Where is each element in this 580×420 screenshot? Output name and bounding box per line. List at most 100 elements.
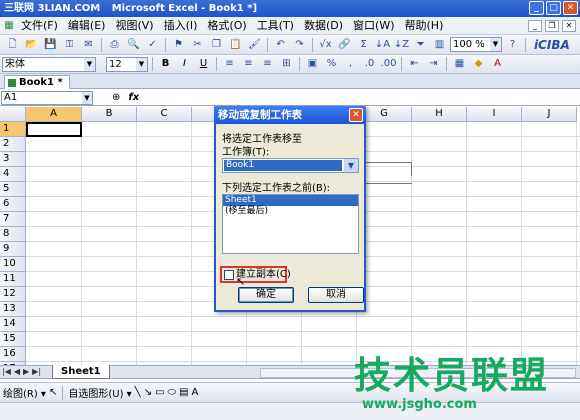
doc-close-button[interactable]: ✕ <box>562 19 576 32</box>
select-all-corner[interactable] <box>0 107 26 122</box>
open-icon[interactable]: 📂 <box>23 37 40 53</box>
maximize-button[interactable]: □ <box>546 1 561 15</box>
cancel-button[interactable]: 取消 <box>308 287 364 303</box>
row-header-3[interactable]: 3 <box>0 152 26 167</box>
merge-center-icon[interactable]: ⊞ <box>278 56 295 72</box>
row-header-6[interactable]: 6 <box>0 197 26 212</box>
autosum-icon[interactable]: Σ <box>355 37 372 53</box>
insert-function-button[interactable]: fx <box>128 92 139 103</box>
draw-menu[interactable]: 绘图(R) ▾ <box>3 385 46 400</box>
active-cell-a1[interactable] <box>26 122 82 137</box>
column-header-h[interactable]: H <box>412 107 467 122</box>
undo-icon[interactable]: ↶ <box>272 37 289 53</box>
italic-button[interactable]: I <box>176 56 193 72</box>
menu-tools[interactable]: 工具(T) <box>252 17 299 35</box>
row-header-13[interactable]: 13 <box>0 302 26 317</box>
function-icon[interactable]: √x <box>317 37 334 53</box>
sheet-tab[interactable]: Sheet1 <box>52 365 110 379</box>
paste-icon[interactable]: 📋 <box>227 37 244 53</box>
font-name-select[interactable]: 宋体 ▼ <box>2 56 96 72</box>
next-sheet-icon[interactable]: ▶ <box>23 367 29 376</box>
increase-indent-icon[interactable]: ⇥ <box>425 56 442 72</box>
decrease-decimal-icon[interactable]: .00 <box>380 56 397 72</box>
column-header-b[interactable]: B <box>82 107 137 122</box>
row-header-7[interactable]: 7 <box>0 212 26 227</box>
row-header-10[interactable]: 10 <box>0 257 26 272</box>
menu-file[interactable]: 文件(F) <box>16 17 63 35</box>
name-box[interactable]: A1 ▼ <box>1 91 93 105</box>
sort-descending-icon[interactable]: ↓Z <box>393 37 410 53</box>
doc-restore-button[interactable]: ❐ <box>545 19 559 32</box>
menu-format[interactable]: 格式(O) <box>202 17 251 35</box>
redo-icon[interactable]: ↷ <box>291 37 308 53</box>
workbook-tab[interactable]: Book1 * <box>4 75 70 89</box>
row-header-1[interactable]: 1 <box>0 122 26 137</box>
filter-icon[interactable]: ⏷ <box>412 37 429 53</box>
textbox-icon[interactable]: ▤ <box>179 387 188 398</box>
zoom-select[interactable]: 100 % ▼ <box>450 37 502 52</box>
copy-checkbox-row[interactable]: 建立副本(C) ↖ <box>220 266 291 288</box>
column-header-i[interactable]: I <box>467 107 522 122</box>
column-header-j[interactable]: J <box>522 107 577 122</box>
sort-ascending-icon[interactable]: ↓A <box>374 37 391 53</box>
row-header-4[interactable]: 4 <box>0 167 26 182</box>
print-icon[interactable]: ⎙ <box>106 37 123 53</box>
row-header-12[interactable]: 12 <box>0 287 26 302</box>
menu-window[interactable]: 窗口(W) <box>348 17 399 35</box>
row-header-8[interactable]: 8 <box>0 227 26 242</box>
currency-icon[interactable]: ▣ <box>304 56 321 72</box>
comma-icon[interactable]: , <box>342 56 359 72</box>
menu-view[interactable]: 视图(V) <box>110 17 158 35</box>
bold-button[interactable]: B <box>157 56 174 72</box>
ok-button[interactable]: 确定 <box>238 287 294 303</box>
workbook-select[interactable]: Book1 ▼ <box>222 158 359 173</box>
list-item[interactable]: (移至最后) <box>223 206 358 217</box>
increase-decimal-icon[interactable]: .0 <box>361 56 378 72</box>
align-left-icon[interactable]: ≡ <box>221 56 238 72</box>
underline-button[interactable]: U <box>195 56 212 72</box>
rectangle-icon[interactable]: ▭ <box>155 387 164 398</box>
find-icon[interactable]: ⊕ <box>112 92 120 103</box>
font-size-select[interactable]: 12 ▼ <box>106 56 148 72</box>
help-icon[interactable]: ? <box>504 37 521 53</box>
select-objects-icon[interactable]: ↖ <box>49 387 57 398</box>
iciba-logo[interactable]: iCIBA <box>534 38 570 52</box>
autoshapes-menu[interactable]: 自选图形(U) ▾ <box>68 385 131 400</box>
menu-insert[interactable]: 插入(I) <box>159 17 203 35</box>
wordart-icon[interactable]: A <box>192 387 199 398</box>
menu-help[interactable]: 帮助(H) <box>400 17 449 35</box>
chart-wizard-icon[interactable]: ▥ <box>431 37 448 53</box>
email-icon[interactable]: ✉ <box>80 37 97 53</box>
new-icon[interactable]: 🗋 <box>4 37 21 53</box>
cut-icon[interactable]: ✂ <box>189 37 206 53</box>
borders-icon[interactable]: ▦ <box>451 56 468 72</box>
row-header-16[interactable]: 16 <box>0 347 26 362</box>
spelling-icon[interactable]: ✓ <box>144 37 161 53</box>
row-header-9[interactable]: 9 <box>0 242 26 257</box>
format-painter-icon[interactable]: 🖌 <box>246 37 263 53</box>
permission-icon[interactable]: ⚿ <box>61 37 78 53</box>
oval-icon[interactable]: ⬭ <box>168 387 177 398</box>
sheet-list[interactable]: Sheet1 (移至最后) <box>222 194 359 254</box>
fill-color-icon[interactable]: ◆ <box>470 56 487 72</box>
percent-icon[interactable]: % <box>323 56 340 72</box>
list-item[interactable]: Sheet1 <box>223 195 358 206</box>
minimize-button[interactable]: _ <box>529 1 544 15</box>
row-header-5[interactable]: 5 <box>0 182 26 197</box>
copy-icon[interactable]: ❐ <box>208 37 225 53</box>
column-header-a[interactable]: A <box>26 107 82 122</box>
print-preview-icon[interactable]: 🔍 <box>125 37 142 53</box>
doc-minimize-button[interactable]: _ <box>528 19 542 32</box>
dialog-close-icon[interactable]: ✕ <box>349 108 363 122</box>
close-button[interactable]: ✕ <box>563 1 578 15</box>
column-header-c[interactable]: C <box>137 107 192 122</box>
row-header-11[interactable]: 11 <box>0 272 26 287</box>
copy-checkbox[interactable] <box>224 270 234 280</box>
row-header-2[interactable]: 2 <box>0 137 26 152</box>
save-icon[interactable]: 💾 <box>42 37 59 53</box>
first-sheet-icon[interactable]: |◀ <box>2 367 11 376</box>
decrease-indent-icon[interactable]: ⇤ <box>406 56 423 72</box>
arrow-icon[interactable]: ↘ <box>144 387 152 398</box>
row-header-14[interactable]: 14 <box>0 317 26 332</box>
hyperlink-icon[interactable]: 🔗 <box>336 37 353 53</box>
